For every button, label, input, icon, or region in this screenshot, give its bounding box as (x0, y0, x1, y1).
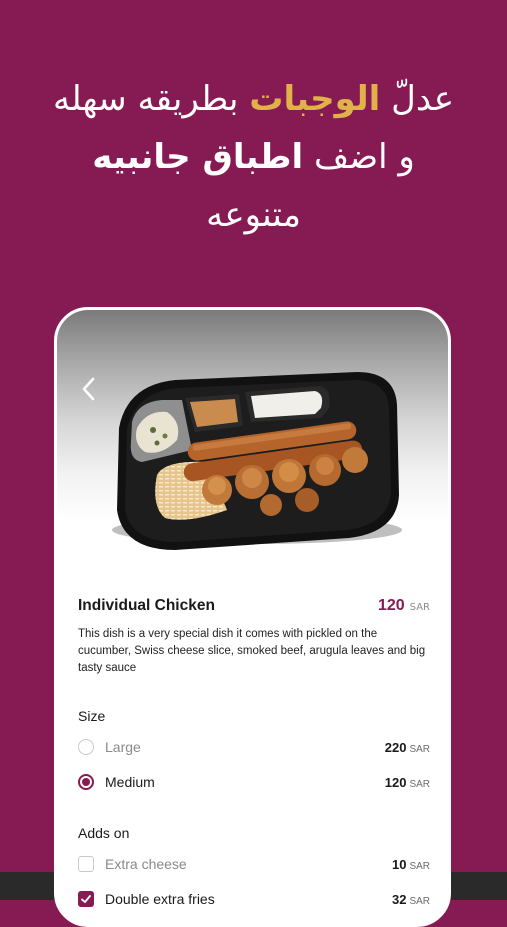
headline-word-3: و اضف (314, 137, 415, 177)
size-option-price-value: 220 (384, 739, 407, 755)
addon-option-price: 32 SAR (392, 892, 430, 907)
size-option-currency: SAR (409, 743, 430, 755)
product-hero (57, 310, 448, 575)
headline-highlight-meals: الوجبات (249, 79, 381, 119)
addon-option-double-extra-fries[interactable]: Double extra fries 32 SAR (78, 887, 430, 911)
checkbox-icon[interactable] (78, 856, 94, 872)
chevron-left-icon (82, 377, 95, 401)
phone-mockup: Individual Chicken 120 SAR This dish is a… (54, 307, 451, 927)
headline-word-1: عدلّ (391, 79, 454, 119)
size-option-label: Medium (105, 774, 155, 790)
headline-line-2: و اضف اطباق جانبيه (0, 128, 507, 186)
addon-option-price-value: 10 (391, 856, 407, 872)
food-tray-image (112, 372, 402, 550)
title-row: Individual Chicken 120 SAR (78, 595, 430, 615)
addon-option-price-value: 32 (391, 891, 407, 907)
product-description: This dish is a very special dish it come… (78, 628, 426, 674)
size-option-large-left: Large (78, 739, 141, 755)
promo-headline: عدلّ الوجبات بطريقه سهله و اضف اطباق جان… (0, 70, 507, 244)
checkmark-icon (81, 895, 91, 903)
addon-option-label: Double extra fries (105, 891, 215, 907)
size-option-medium[interactable]: Medium 120 SAR (78, 770, 430, 794)
addon-option-price: 10 SAR (392, 857, 430, 872)
size-option-price-value: 120 (384, 774, 407, 790)
size-option-large[interactable]: Large 220 SAR (78, 735, 430, 759)
addon-option-double-extra-fries-left: Double extra fries (78, 891, 215, 907)
headline-line-1: عدلّ الوجبات بطريقه سهله (0, 70, 507, 128)
addons-section-label: Adds on (78, 825, 130, 841)
checkbox-checked-icon[interactable] (78, 891, 94, 907)
addon-option-currency: SAR (409, 860, 430, 872)
addon-option-label: Extra cheese (105, 856, 187, 872)
radio-selected-icon[interactable] (78, 774, 94, 790)
size-section-label: Size (78, 708, 106, 724)
size-option-price: 220 SAR (385, 740, 430, 755)
product-price-group: 120 SAR (378, 595, 430, 615)
headline-line-3: متنوعه (206, 195, 301, 235)
addon-option-extra-cheese[interactable]: Extra cheese 10 SAR (78, 852, 430, 876)
product-name: Individual Chicken (78, 597, 215, 614)
size-option-price: 120 SAR (385, 775, 430, 790)
back-button[interactable] (75, 374, 101, 404)
size-option-label: Large (105, 739, 141, 755)
radio-icon[interactable] (78, 739, 94, 755)
addon-option-currency: SAR (409, 895, 430, 907)
product-price: 120 (377, 597, 405, 614)
product-currency: SAR (409, 602, 430, 613)
size-option-medium-left: Medium (78, 774, 155, 790)
headline-word-2: بطريقه سهله (53, 79, 239, 119)
size-option-currency: SAR (409, 778, 430, 790)
addon-option-extra-cheese-left: Extra cheese (78, 856, 187, 872)
headline-highlight-sides: اطباق جانبيه (92, 137, 304, 177)
